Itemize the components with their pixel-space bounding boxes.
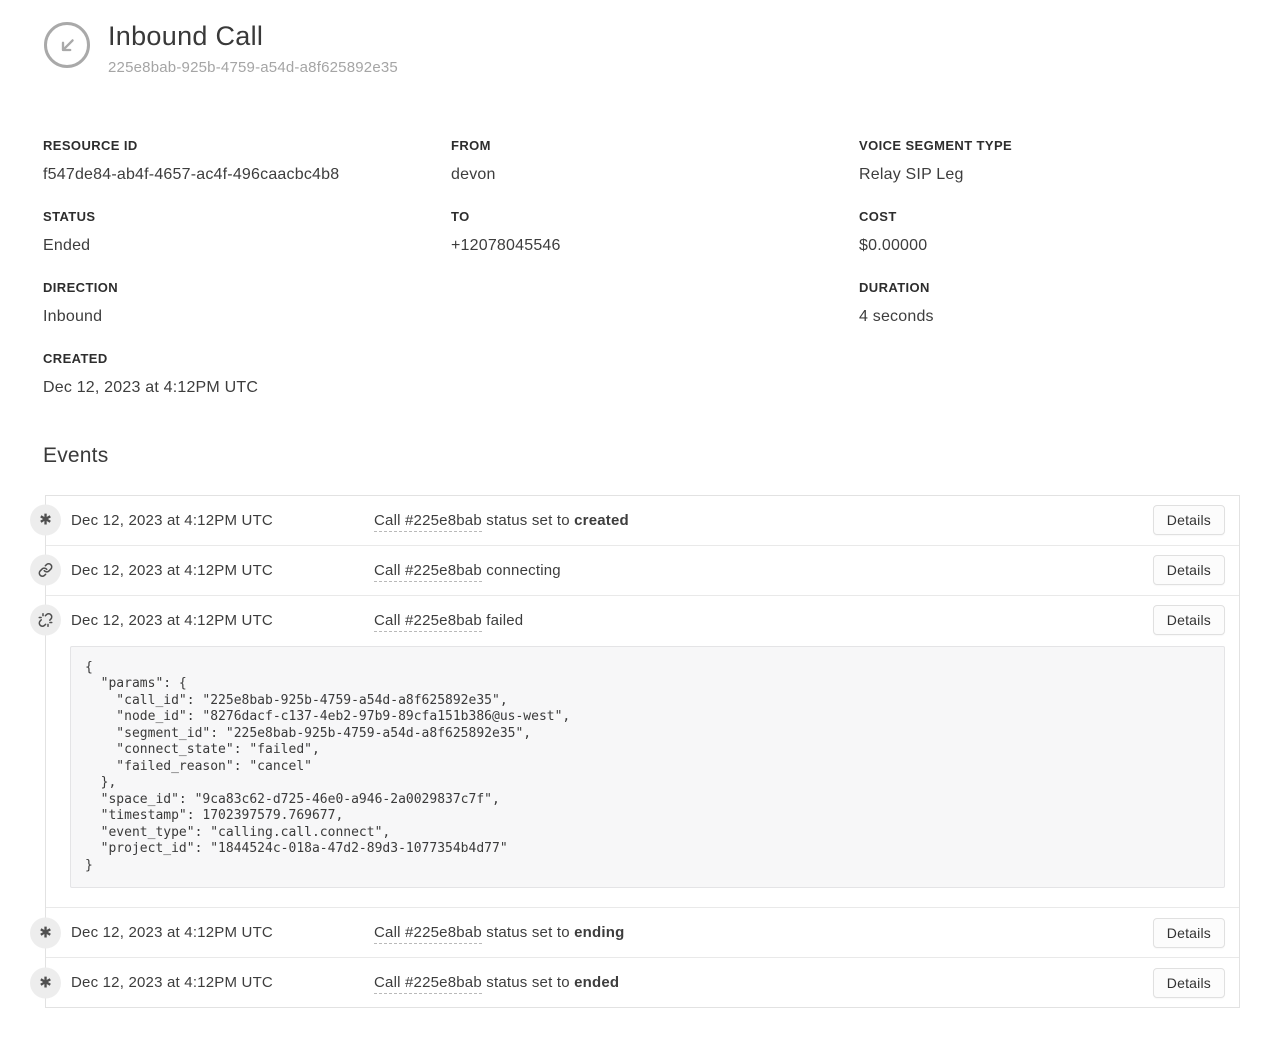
event-item: ✱ Dec 12, 2023 at 4:12PM UTC Call #225e8… <box>46 907 1239 957</box>
event-timestamp: Dec 12, 2023 at 4:12PM UTC <box>71 562 374 579</box>
event-description: Call #225e8bab status set to ended <box>374 974 1153 991</box>
page-header: Inbound Call 225e8bab-925b-4759-a54d-a8f… <box>0 0 1272 76</box>
field-label: FROM <box>451 138 859 153</box>
event-row: ✱ Dec 12, 2023 at 4:12PM UTC Call #225e8… <box>46 958 1239 1007</box>
field-created: CREATED Dec 12, 2023 at 4:12PM UTC <box>43 351 451 397</box>
field-label: DURATION <box>859 280 1272 295</box>
asterisk-icon: ✱ <box>30 505 61 536</box>
event-status-word: ended <box>574 974 619 991</box>
field-label: TO <box>451 209 859 224</box>
event-description-text: status set to <box>486 974 569 991</box>
field-value: Ended <box>43 237 451 255</box>
event-row: Dec 12, 2023 at 4:12PM UTC Call #225e8ba… <box>46 596 1239 645</box>
field-value: devon <box>451 166 859 184</box>
link-icon <box>30 555 61 586</box>
call-link[interactable]: Call #225e8bab <box>374 974 482 994</box>
event-item: Dec 12, 2023 at 4:12PM UTC Call #225e8ba… <box>46 595 1239 889</box>
field-label: STATUS <box>43 209 451 224</box>
field-value: 4 seconds <box>859 308 1272 326</box>
event-row: Dec 12, 2023 at 4:12PM UTC Call #225e8ba… <box>46 546 1239 595</box>
field-from: FROM devon <box>451 138 859 184</box>
event-timestamp: Dec 12, 2023 at 4:12PM UTC <box>71 512 374 529</box>
event-timestamp: Dec 12, 2023 at 4:12PM UTC <box>71 612 374 629</box>
event-description-text: failed <box>486 612 523 629</box>
field-cost: COST $0.00000 <box>859 209 1272 255</box>
event-status-word: ending <box>574 924 624 941</box>
field-label: DIRECTION <box>43 280 451 295</box>
asterisk-icon: ✱ <box>30 917 61 948</box>
event-timestamp: Dec 12, 2023 at 4:12PM UTC <box>71 924 374 941</box>
event-description: Call #225e8bab status set to created <box>374 512 1153 529</box>
event-description: Call #225e8bab failed <box>374 612 1153 629</box>
field-value: f547de84-ab4f-4657-ac4f-496caacbc4b8 <box>43 166 451 184</box>
inbound-call-icon <box>44 22 90 68</box>
field-label: COST <box>859 209 1272 224</box>
field-direction: DIRECTION Inbound <box>43 280 451 326</box>
event-description-text: status set to <box>486 512 569 529</box>
event-item: Dec 12, 2023 at 4:12PM UTC Call #225e8ba… <box>46 545 1239 595</box>
event-description-text: connecting <box>486 562 561 579</box>
call-link[interactable]: Call #225e8bab <box>374 924 482 944</box>
details-column-2: FROM devon TO +12078045546 <box>451 138 859 422</box>
field-resource-id: RESOURCE ID f547de84-ab4f-4657-ac4f-496c… <box>43 138 451 184</box>
call-link[interactable]: Call #225e8bab <box>374 612 482 632</box>
event-row: ✱ Dec 12, 2023 at 4:12PM UTC Call #225e8… <box>46 496 1239 545</box>
field-value: +12078045546 <box>451 237 859 255</box>
field-label: RESOURCE ID <box>43 138 451 153</box>
event-row: ✱ Dec 12, 2023 at 4:12PM UTC Call #225e8… <box>46 908 1239 957</box>
call-link[interactable]: Call #225e8bab <box>374 562 482 582</box>
field-label: VOICE SEGMENT TYPE <box>859 138 1272 153</box>
event-item: ✱ Dec 12, 2023 at 4:12PM UTC Call #225e8… <box>46 957 1239 1007</box>
event-payload-json: { "params": { "call_id": "225e8bab-925b-… <box>70 646 1225 889</box>
events-heading: Events <box>43 444 1272 468</box>
event-item: ✱ Dec 12, 2023 at 4:12PM UTC Call #225e8… <box>46 496 1239 545</box>
event-timestamp: Dec 12, 2023 at 4:12PM UTC <box>71 974 374 991</box>
field-value: Relay SIP Leg <box>859 166 1272 184</box>
details-button[interactable]: Details <box>1153 505 1225 535</box>
details-button[interactable]: Details <box>1153 918 1225 948</box>
call-link[interactable]: Call #225e8bab <box>374 512 482 532</box>
event-status-word: created <box>574 512 629 529</box>
details-button[interactable]: Details <box>1153 555 1225 585</box>
page-title: Inbound Call <box>108 22 398 52</box>
event-description-text: status set to <box>486 924 569 941</box>
field-value: Inbound <box>43 308 451 326</box>
details-column-3: VOICE SEGMENT TYPE Relay SIP Leg COST $0… <box>859 138 1272 422</box>
event-description: Call #225e8bab connecting <box>374 562 1153 579</box>
details-button[interactable]: Details <box>1153 968 1225 998</box>
field-value: $0.00000 <box>859 237 1272 255</box>
broken-link-icon <box>30 605 61 636</box>
field-value: Dec 12, 2023 at 4:12PM UTC <box>43 379 451 397</box>
event-description: Call #225e8bab status set to ending <box>374 924 1153 941</box>
field-to: TO +12078045546 <box>451 209 859 255</box>
field-voice-segment-type: VOICE SEGMENT TYPE Relay SIP Leg <box>859 138 1272 184</box>
field-duration: DURATION 4 seconds <box>859 280 1272 326</box>
details-column-1: RESOURCE ID f547de84-ab4f-4657-ac4f-496c… <box>43 138 451 422</box>
details-button[interactable]: Details <box>1153 605 1225 635</box>
field-label: CREATED <box>43 351 451 366</box>
call-uuid: 225e8bab-925b-4759-a54d-a8f625892e35 <box>108 59 398 76</box>
asterisk-icon: ✱ <box>30 967 61 998</box>
field-status: STATUS Ended <box>43 209 451 255</box>
call-details-grid: RESOURCE ID f547de84-ab4f-4657-ac4f-496c… <box>0 138 1272 422</box>
events-table: ✱ Dec 12, 2023 at 4:12PM UTC Call #225e8… <box>45 495 1240 1009</box>
